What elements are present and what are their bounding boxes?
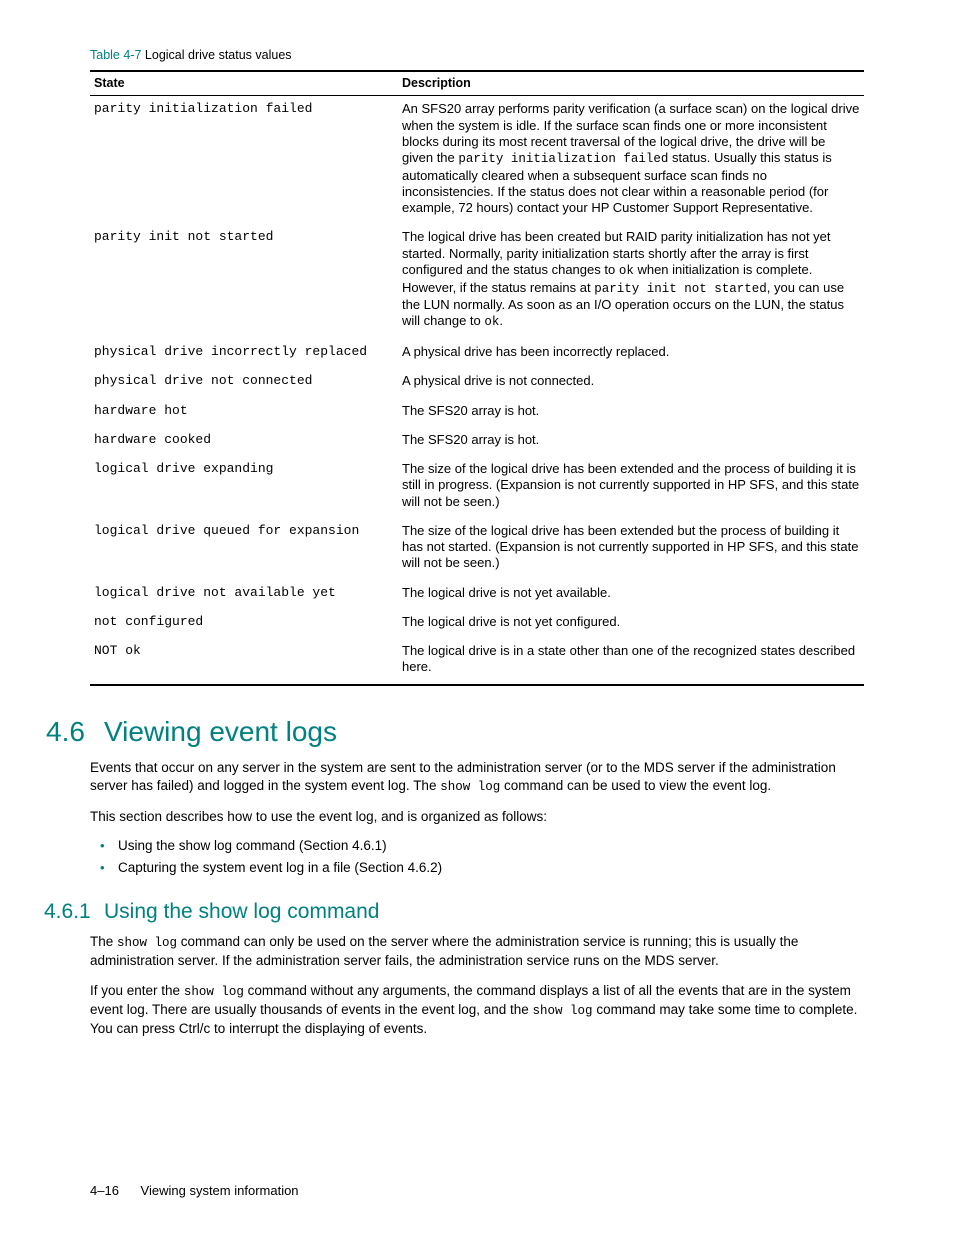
table-row: physical drive not connectedA physical d…: [90, 368, 864, 397]
heading-title: Using the show log command: [104, 899, 379, 925]
page-footer: 4–16 Viewing system information: [90, 1183, 299, 1199]
table-row: hardware hotThe SFS20 array is hot.: [90, 398, 864, 427]
table-row: not configuredThe logical drive is not y…: [90, 609, 864, 638]
list-item: Capturing the system event log in a file…: [118, 860, 864, 877]
table-row: logical drive not available yetThe logic…: [90, 580, 864, 609]
cell-description: The size of the logical drive has been e…: [398, 518, 864, 580]
cell-description: The logical drive has been created but R…: [398, 224, 864, 339]
cell-description: The logical drive is in a state other th…: [398, 638, 864, 685]
list-item: Using the show log command (Section 4.6.…: [118, 838, 864, 855]
cell-description: The logical drive is not yet configured.: [398, 609, 864, 638]
cell-description: The SFS20 array is hot.: [398, 427, 864, 456]
table-row: logical drive expandingThe size of the l…: [90, 456, 864, 518]
cell-state: parity initialization failed: [90, 96, 398, 225]
cell-state: parity init not started: [90, 224, 398, 339]
bullet-list: Using the show log command (Section 4.6.…: [90, 838, 864, 877]
paragraph: If you enter the show log command withou…: [90, 982, 864, 1038]
heading-4.6.1: 4.6.1 Using the show log command: [44, 899, 864, 925]
status-table: State Description parity initialization …: [90, 70, 864, 686]
heading-4.6: 4.6 Viewing event logs: [46, 714, 864, 749]
table-row: physical drive incorrectly replacedA phy…: [90, 339, 864, 368]
cell-state: logical drive not available yet: [90, 580, 398, 609]
cell-state: not configured: [90, 609, 398, 638]
cell-state: NOT ok: [90, 638, 398, 685]
table-row: parity initialization failedAn SFS20 arr…: [90, 96, 864, 225]
table-caption-text: Logical drive status values: [145, 48, 292, 62]
paragraph: This section describes how to use the ev…: [90, 808, 864, 826]
cell-state: logical drive expanding: [90, 456, 398, 518]
cell-state: logical drive queued for expansion: [90, 518, 398, 580]
cell-description: A physical drive is not connected.: [398, 368, 864, 397]
paragraph: Events that occur on any server in the s…: [90, 759, 864, 796]
cell-description: The SFS20 array is hot.: [398, 398, 864, 427]
th-description: Description: [398, 71, 864, 96]
cell-state: hardware cooked: [90, 427, 398, 456]
table-row: NOT okThe logical drive is in a state ot…: [90, 638, 864, 685]
heading-number: 4.6: [46, 714, 104, 749]
cell-state: physical drive not connected: [90, 368, 398, 397]
table-caption: Table 4-7 Logical drive status values: [90, 48, 864, 64]
cell-description: An SFS20 array performs parity verificat…: [398, 96, 864, 225]
cell-description: The logical drive is not yet available.: [398, 580, 864, 609]
paragraph: The show log command can only be used on…: [90, 933, 864, 970]
footer-section: Viewing system information: [141, 1183, 299, 1198]
th-state: State: [90, 71, 398, 96]
cell-description: The size of the logical drive has been e…: [398, 456, 864, 518]
cell-description: A physical drive has been incorrectly re…: [398, 339, 864, 368]
table-number: Table 4-7: [90, 48, 141, 62]
page-number: 4–16: [90, 1183, 119, 1198]
table-row: parity init not startedThe logical drive…: [90, 224, 864, 339]
cell-state: physical drive incorrectly replaced: [90, 339, 398, 368]
table-row: hardware cookedThe SFS20 array is hot.: [90, 427, 864, 456]
heading-number: 4.6.1: [44, 899, 104, 925]
table-row: logical drive queued for expansionThe si…: [90, 518, 864, 580]
heading-title: Viewing event logs: [104, 714, 337, 749]
cell-state: hardware hot: [90, 398, 398, 427]
